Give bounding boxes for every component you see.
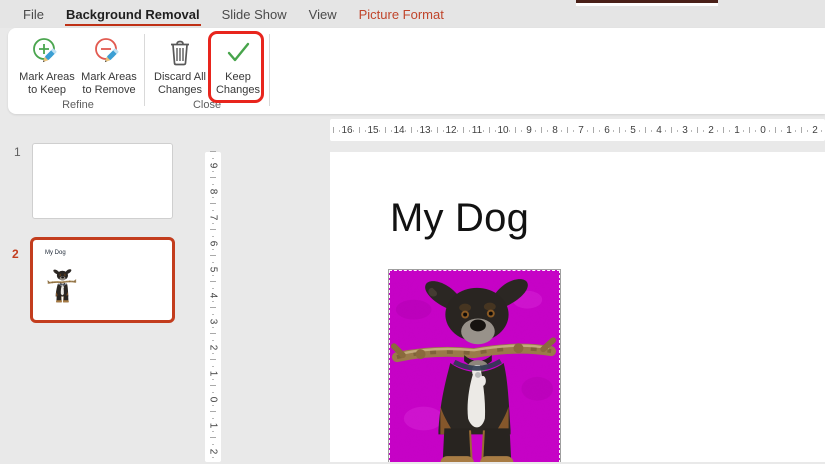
- ruler-number: 2: [205, 334, 221, 360]
- ruler-number: 9: [205, 152, 221, 178]
- tab-picture-format[interactable]: Picture Format: [358, 3, 445, 26]
- ruler-number: 7: [205, 204, 221, 230]
- discard-trash-icon: [164, 36, 196, 68]
- group-label-close: Close: [149, 99, 265, 114]
- ruler-number: 5: [205, 256, 221, 282]
- button-label: Discard All Changes: [154, 71, 206, 97]
- tab-view[interactable]: View: [308, 3, 338, 26]
- dog-image: [389, 270, 560, 462]
- tab-background-removal[interactable]: Background Removal: [65, 3, 201, 26]
- slide-thumbnail-1[interactable]: [32, 143, 173, 219]
- ruler-number: 8: [542, 119, 568, 141]
- window-edge-artifact: [576, 0, 718, 6]
- mark-areas-to-remove-button[interactable]: Mark Areas to Remove: [78, 33, 140, 97]
- slide-thumbnail-2[interactable]: My Dog: [30, 237, 175, 323]
- ruler-number: 9: [516, 119, 542, 141]
- mark-areas-remove-icon: [93, 36, 125, 68]
- slide-title[interactable]: My Dog: [390, 196, 529, 241]
- ruler-number: 6: [205, 230, 221, 256]
- ruler-number: 4: [646, 119, 672, 141]
- ruler-number: 3: [205, 308, 221, 334]
- ruler-number: 2: [205, 438, 221, 464]
- ruler-number: 11: [464, 119, 490, 141]
- ribbon-group-refine: Mark Areas to Keep Mark Areas: [16, 33, 140, 114]
- ruler-number: 7: [568, 119, 594, 141]
- ribbon-group-close: Discard All Changes Keep Changes Close: [149, 33, 265, 114]
- ruler-number: 1: [205, 412, 221, 438]
- tab-file[interactable]: File: [22, 3, 45, 26]
- thumbnail-dog-image: [47, 260, 77, 310]
- ruler-number: 3: [672, 119, 698, 141]
- ruler-number: 10: [490, 119, 516, 141]
- keep-changes-button[interactable]: Keep Changes: [211, 33, 265, 97]
- slide-number: 1: [14, 145, 21, 159]
- slide-thumbnail-panel: 1 2 My Dog: [0, 114, 200, 462]
- keep-check-icon: [222, 36, 254, 68]
- ruler-number: 4: [205, 282, 221, 308]
- thumbnail-title: My Dog: [45, 250, 66, 256]
- group-separator: [144, 34, 145, 106]
- ruler-number: 1: [776, 119, 802, 141]
- tab-slide-show[interactable]: Slide Show: [221, 3, 288, 26]
- ruler-number: 6: [594, 119, 620, 141]
- vertical-ruler: 987654321012: [205, 152, 221, 462]
- dog-picture[interactable]: [388, 269, 561, 462]
- slide-number-selected: 2: [12, 247, 19, 261]
- ruler-number: 0: [750, 119, 776, 141]
- mark-areas-to-keep-button[interactable]: Mark Areas to Keep: [16, 33, 78, 97]
- ruler-number: 15: [360, 119, 386, 141]
- ruler-number: 2: [698, 119, 724, 141]
- horizontal-ruler: 161514131211109876543210123: [330, 119, 825, 141]
- ruler-number: 12: [438, 119, 464, 141]
- ruler-number: 1: [724, 119, 750, 141]
- ruler-number: 0: [205, 386, 221, 412]
- tab-label: Background Removal: [66, 7, 200, 22]
- mark-areas-keep-icon: [31, 36, 63, 68]
- button-label: Keep Changes: [216, 71, 260, 97]
- discard-all-changes-button[interactable]: Discard All Changes: [149, 33, 211, 97]
- group-label-refine: Refine: [16, 99, 140, 114]
- button-label: Mark Areas to Keep: [19, 71, 75, 97]
- ruler-number: 2: [802, 119, 825, 141]
- ribbon: Mark Areas to Keep Mark Areas: [8, 28, 825, 114]
- group-separator: [269, 34, 270, 106]
- active-tab-underline: [65, 24, 201, 26]
- ruler-number: 14: [386, 119, 412, 141]
- ruler-number: 1: [205, 360, 221, 386]
- ruler-number: 13: [412, 119, 438, 141]
- ruler-number: 16: [334, 119, 360, 141]
- button-label: Mark Areas to Remove: [81, 71, 137, 97]
- ruler-number: 8: [205, 178, 221, 204]
- slide-canvas: My Dog: [330, 152, 825, 462]
- ruler-number: 5: [620, 119, 646, 141]
